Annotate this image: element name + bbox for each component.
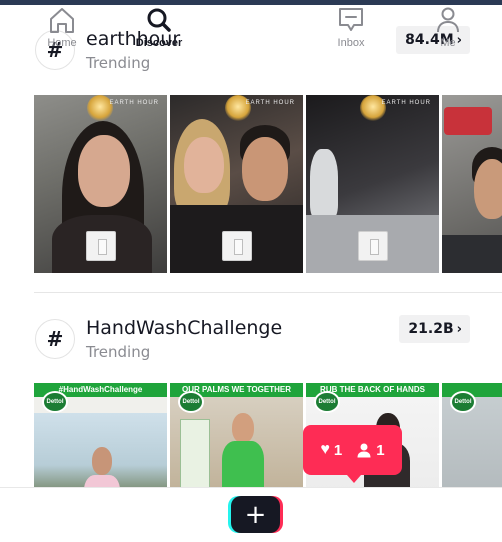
- person-face: [242, 137, 288, 201]
- plus-icon: +: [231, 496, 280, 533]
- dettol-logo: Dettol: [314, 391, 340, 413]
- video-thumbnail[interactable]: EARTH HOUR: [170, 95, 303, 273]
- lightbulb-graphic: [87, 95, 113, 121]
- nav-inbox[interactable]: Inbox: [311, 6, 391, 54]
- person-face: [92, 447, 112, 475]
- likes-count: 1: [333, 441, 343, 459]
- dettol-logo: Dettol: [42, 391, 68, 413]
- hashtag-subtitle: Trending: [86, 54, 151, 72]
- hashtag-title[interactable]: HandWashChallenge: [86, 317, 282, 339]
- followers-count-group: 1: [356, 441, 385, 459]
- top-status-strip: [0, 0, 502, 5]
- section-divider: [34, 292, 502, 293]
- nav-me[interactable]: Me: [408, 6, 488, 54]
- activity-notification-bubble[interactable]: ♥ 1 1: [303, 425, 402, 483]
- hashtag-subtitle: Trending: [86, 343, 151, 361]
- nav-home[interactable]: Home: [22, 6, 102, 54]
- chevron-right-icon: ›: [456, 321, 462, 337]
- thumb-watermark: EARTH HOUR: [245, 100, 295, 106]
- person-face: [474, 159, 502, 219]
- lightbulb-graphic: [225, 95, 251, 121]
- light-switch-graphic: [358, 231, 388, 261]
- heart-icon: ♥: [320, 441, 330, 458]
- person-face: [78, 135, 130, 207]
- light-switch-graphic: [86, 231, 116, 261]
- home-icon: [50, 8, 74, 33]
- view-count: 21.2B: [408, 321, 454, 337]
- thumb-watermark: EARTH HOUR: [109, 100, 159, 106]
- video-thumbnails-row: EARTH HOUR EARTH HOUR EARTH HOUR: [34, 95, 502, 273]
- person-icon: [357, 443, 371, 458]
- lightbulb-graphic: [360, 95, 386, 121]
- video-thumbnail[interactable]: EARTH HOUR: [34, 95, 167, 273]
- hashtag-icon: #: [35, 319, 75, 359]
- dettol-logo: Dettol: [450, 391, 476, 413]
- dettol-logo: Dettol: [178, 391, 204, 413]
- nav-me-label: Me: [440, 37, 456, 49]
- bus-graphic: [444, 107, 492, 135]
- profile-icon: [437, 7, 459, 33]
- thumb-watermark: EARTH HOUR: [381, 100, 431, 106]
- person-face: [184, 137, 224, 193]
- followers-count: 1: [376, 441, 385, 459]
- video-thumbnail[interactable]: [442, 95, 502, 273]
- nav-discover[interactable]: Discover: [119, 6, 199, 54]
- create-video-button[interactable]: +: [228, 496, 283, 533]
- light-switch-graphic: [222, 231, 252, 261]
- nav-inbox-label: Inbox: [337, 37, 365, 49]
- likes-count-group: ♥ 1: [320, 441, 342, 459]
- search-icon: [147, 8, 171, 32]
- nav-discover-label: Discover: [135, 37, 183, 49]
- view-count-badge[interactable]: 21.2B ›: [399, 315, 470, 343]
- person-face: [232, 413, 254, 443]
- video-thumbnail[interactable]: EARTH HOUR: [306, 95, 439, 273]
- inbox-icon: [339, 8, 363, 31]
- nav-home-label: Home: [47, 37, 77, 49]
